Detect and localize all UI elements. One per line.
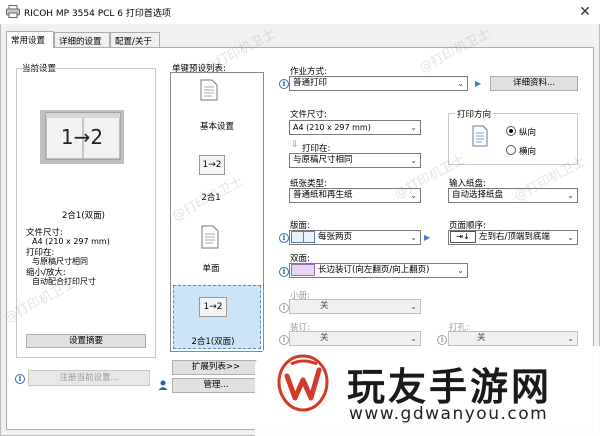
chevron-down-icon: ⌄	[567, 191, 574, 200]
expand-list-button[interactable]: 扩展列表>>	[172, 360, 260, 375]
landscape-radio[interactable]	[506, 145, 516, 155]
portrait-radio[interactable]	[506, 126, 516, 136]
info-icon: i	[279, 233, 289, 243]
arrow-down-icon: ⇩	[291, 140, 299, 150]
title-bar: RICOH MP 3554 PCL 6 打印首选项 ✕	[0, 0, 600, 24]
arrow-right-icon: ▶	[475, 79, 482, 88]
preset-item-basic[interactable]: 基本设置	[171, 120, 263, 132]
user-icon	[158, 380, 168, 390]
chevron-down-icon: ⌄	[567, 334, 574, 343]
site-url: www.gdwanyou.com	[349, 404, 549, 424]
booklet-select[interactable]: 关 ⌄	[289, 299, 421, 314]
info-icon: i	[279, 79, 289, 89]
page-order-icon: ⇥↓	[450, 231, 476, 243]
preview-glyph: 1→2	[60, 125, 104, 149]
site-logo-icon	[277, 354, 329, 412]
info-icon: i	[279, 303, 289, 313]
preset-item-single-side[interactable]: 单面	[165, 262, 257, 274]
site-brand: 玩友手游网	[347, 365, 553, 409]
paper-type-select[interactable]: 普通纸和再生纸 ⌄	[289, 188, 421, 203]
info-icon: i	[437, 335, 447, 345]
punch-select[interactable]: 关 ⌄	[448, 331, 578, 346]
paper-size-select[interactable]: A4 (210 x 297 mm) ⌄	[289, 120, 421, 135]
landscape-label: 横向	[519, 147, 537, 157]
basic-settings-icon	[200, 79, 218, 101]
chevron-down-icon: ⌄	[410, 334, 417, 343]
orientation-heading: 打印方向	[455, 108, 494, 120]
single-side-icon	[201, 225, 219, 249]
duplex-icon	[291, 264, 315, 276]
paper-size-value: A4 (210 x 297 mm)	[32, 237, 110, 246]
arrow-right-icon: ▶	[424, 233, 431, 242]
close-icon[interactable]: ✕	[576, 3, 594, 21]
chevron-down-icon: ⌄	[410, 233, 417, 242]
chevron-down-icon: ⌄	[567, 233, 574, 242]
site-banner: 玩友手游网 www.gdwanyou.com	[255, 346, 600, 436]
info-icon: i	[279, 335, 289, 345]
two-in-one-icon: 1→2	[199, 155, 225, 175]
tab-config-about[interactable]: 配置/关于	[110, 32, 160, 48]
current-caption: 2合1(双面)	[62, 211, 105, 221]
printer-icon	[6, 5, 20, 18]
settings-summary-button[interactable]: 设置摘要	[26, 334, 146, 348]
staple-select[interactable]: 关 ⌄	[289, 331, 421, 346]
print-on-select[interactable]: 与原稿尺寸相同 ⌄	[289, 153, 421, 168]
input-tray-select[interactable]: 自动选择纸盘 ⌄	[448, 188, 578, 203]
job-type-select[interactable]: 普通打印 ⌄	[289, 76, 468, 91]
chevron-down-icon: ⌄	[410, 302, 417, 311]
register-current-settings-button[interactable]: 注册当前设置...	[28, 370, 150, 386]
manage-button[interactable]: 管理...	[172, 378, 260, 393]
orientation-group	[448, 113, 578, 165]
chevron-down-icon: ⌄	[457, 79, 464, 88]
preset-item-two-in-one[interactable]: 2合1	[165, 191, 257, 203]
two-in-one-preview: 1→2	[38, 108, 126, 166]
portrait-label: 纵向	[519, 128, 537, 138]
paper-size-field-label: 文件尺寸:	[290, 110, 327, 120]
window-title: RICOH MP 3554 PCL 6 打印首选项	[24, 9, 171, 19]
chevron-down-icon: ⌄	[410, 191, 417, 200]
tab-common-settings[interactable]: 常用设置	[6, 31, 54, 48]
two-in-one-duplex-icon: 1→2	[199, 297, 227, 317]
chevron-down-icon: ⌄	[410, 123, 417, 132]
tab-detailed-settings[interactable]: 详细的设置	[54, 32, 110, 48]
info-icon: i	[279, 267, 289, 277]
portrait-page-icon	[472, 125, 488, 147]
preset-item-two-in-one-duplex[interactable]: 2合1(双面)	[167, 335, 259, 347]
two-pages-icon	[291, 231, 315, 243]
info-icon: i	[15, 374, 25, 384]
duplex-select[interactable]: 长边装订(向左翻页/向上翻页) ⌄	[289, 263, 468, 278]
scale-value: 自动配合打印尺寸	[32, 277, 96, 286]
chevron-down-icon: ⌄	[410, 156, 417, 165]
chevron-down-icon: ⌄	[457, 266, 464, 275]
preset-list: 基本设置 1→2 2合1 单面 1→2 2合1(双面)	[170, 72, 264, 352]
details-button[interactable]: 详细资料...	[490, 76, 578, 91]
